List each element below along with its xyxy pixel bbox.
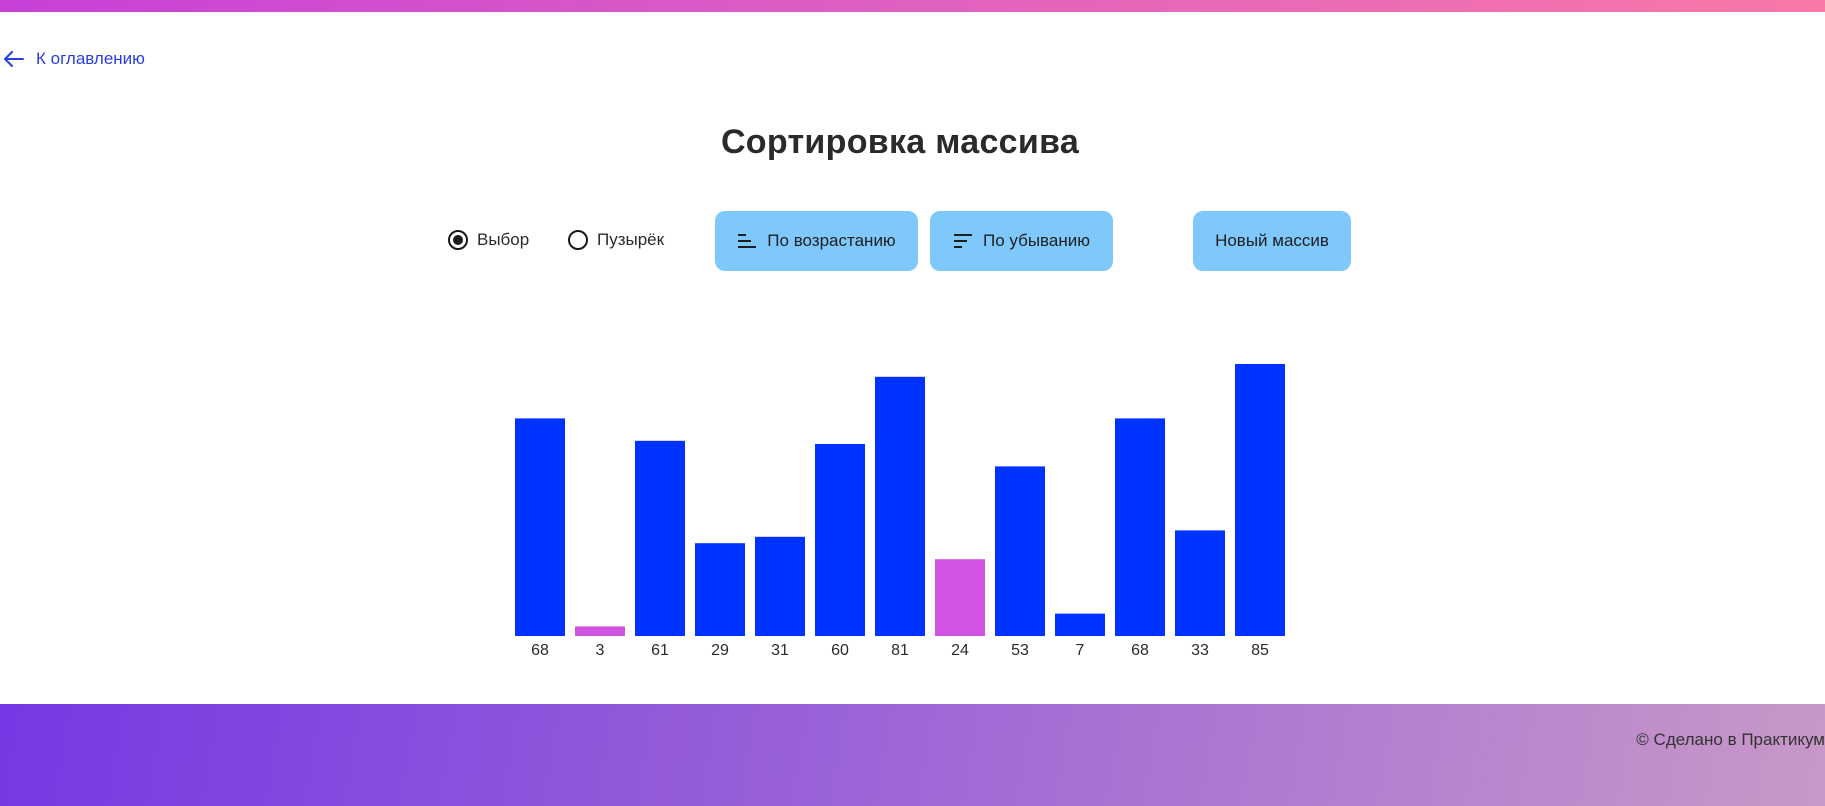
array-bar-value-label: 81 bbox=[891, 642, 909, 659]
array-bar-value-label: 31 bbox=[771, 642, 789, 659]
array-bar bbox=[755, 536, 805, 636]
footer: © Сделано в Практикум bbox=[0, 704, 1825, 806]
sort-ascending-button[interactable]: По возрастанию bbox=[715, 211, 918, 271]
array-bar bbox=[635, 440, 685, 636]
back-to-contents-link[interactable]: К оглавлению bbox=[4, 49, 145, 69]
array-bar-value-label: 33 bbox=[1191, 642, 1209, 659]
sort-descending-icon bbox=[954, 234, 972, 248]
sort-ascending-icon bbox=[738, 234, 757, 248]
array-bar-value-label: 68 bbox=[1131, 642, 1149, 659]
array-bar-value-label: 60 bbox=[831, 642, 849, 659]
radio-selection-label: Выбор bbox=[477, 230, 530, 249]
sort-descending-button[interactable]: По убыванию bbox=[930, 211, 1113, 271]
radio-selection[interactable]: Выбор bbox=[448, 230, 529, 250]
sort-descending-label: По убыванию bbox=[983, 231, 1090, 250]
new-array-label: Новый массив bbox=[1215, 231, 1329, 250]
array-bar-value-label: 61 bbox=[651, 642, 669, 659]
top-gradient-bar bbox=[0, 0, 1825, 12]
array-bar bbox=[1055, 613, 1105, 636]
array-bar bbox=[1175, 530, 1225, 636]
radio-bubble-label: Пузырёк bbox=[597, 230, 665, 249]
sort-ascending-label: По возрастанию bbox=[767, 231, 896, 250]
arrow-left-icon bbox=[4, 51, 24, 67]
new-array-button[interactable]: Новый массив bbox=[1193, 211, 1351, 271]
array-bar bbox=[935, 559, 985, 636]
array-bar-value-label: 68 bbox=[531, 642, 549, 659]
array-bar bbox=[695, 543, 745, 636]
array-bar-value-label: 53 bbox=[1011, 642, 1029, 659]
array-bar-value-label: 7 bbox=[1076, 642, 1085, 659]
back-link-label: К оглавлению bbox=[36, 49, 145, 68]
array-bar-value-label: 85 bbox=[1251, 642, 1269, 659]
array-bar-value-label: 29 bbox=[711, 642, 729, 659]
footer-copyright: © Сделано в Практикум bbox=[1636, 730, 1825, 749]
radio-bubble[interactable]: Пузырёк bbox=[568, 230, 664, 250]
array-bar bbox=[1235, 364, 1285, 636]
radio-unchecked-icon bbox=[568, 230, 588, 250]
array-bar bbox=[1115, 418, 1165, 636]
array-bar bbox=[875, 376, 925, 636]
radio-checked-icon bbox=[448, 230, 468, 250]
array-bar bbox=[815, 444, 865, 636]
array-bar-value-label: 3 bbox=[596, 642, 605, 659]
array-bar-chart: 68 3 61 29 31 60 81 24 53 7 68 33 85 bbox=[515, 364, 1285, 659]
array-bar bbox=[995, 466, 1045, 636]
array-bar-value-label: 24 bbox=[951, 642, 969, 659]
array-bar bbox=[515, 418, 565, 636]
array-bar bbox=[575, 626, 625, 636]
page-title: Сортировка массива bbox=[720, 123, 1080, 161]
